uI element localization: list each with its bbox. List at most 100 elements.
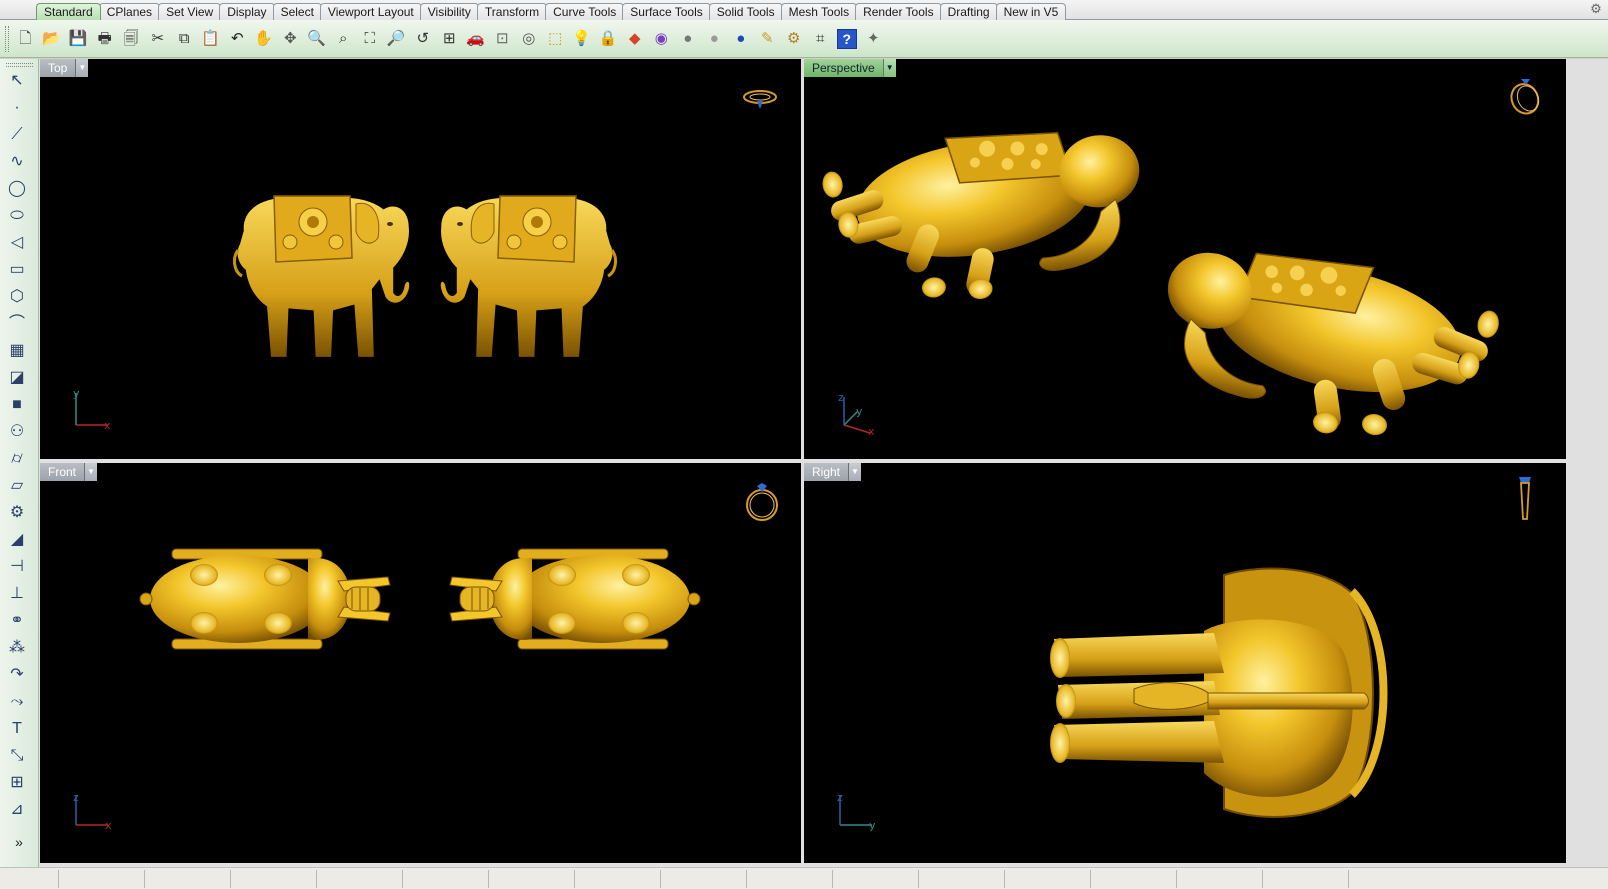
render-sphere-button[interactable]: ●: [728, 25, 755, 53]
text-button[interactable]: T: [5, 717, 29, 741]
rendered-sphere-button[interactable]: ●: [701, 25, 728, 53]
dimension-button[interactable]: ◢: [5, 528, 29, 552]
new-file-button[interactable]: 🗋: [12, 25, 39, 53]
zoom-selected-button[interactable]: 🔎: [383, 25, 410, 53]
options-gear-button[interactable]: ⚙: [781, 25, 808, 53]
lights-bulb-button[interactable]: 💡: [569, 25, 596, 53]
tab-solid-tools[interactable]: Solid Tools: [708, 3, 783, 20]
polygon-button[interactable]: ⬡: [5, 285, 29, 309]
extrude-surface-button[interactable]: ◪: [5, 366, 29, 390]
viewport-title-front[interactable]: Front ▼: [40, 463, 98, 481]
viewport-front[interactable]: x z Front ▼: [40, 463, 801, 863]
select-objects-button[interactable]: ⬚: [542, 25, 569, 53]
tab-cplanes[interactable]: CPlanes: [98, 3, 161, 20]
tab-mesh-tools[interactable]: Mesh Tools: [780, 3, 858, 20]
properties-button[interactable]: ✎: [754, 25, 781, 53]
cylinder-button[interactable]: ⌭: [5, 447, 29, 471]
array-button[interactable]: ⁂: [5, 636, 29, 660]
curve-fillet-button[interactable]: ⌒: [5, 312, 29, 336]
lock-button[interactable]: 🔒: [595, 25, 622, 53]
split-button[interactable]: ⊥: [5, 582, 29, 606]
polygon-arc-button[interactable]: ◁: [5, 231, 29, 255]
tab-render-tools[interactable]: Render Tools: [855, 3, 942, 20]
viewport-perspective[interactable]: z y x Perspective ▼: [804, 59, 1566, 459]
pan-hand-button[interactable]: ✋: [251, 25, 278, 53]
open-folder-button[interactable]: 📂: [39, 25, 66, 53]
ellipse-button[interactable]: ⬭: [5, 204, 29, 228]
boolean-spheres-button[interactable]: ⚇: [5, 420, 29, 444]
viewport-menu-arrow-icon[interactable]: ▼: [849, 463, 862, 481]
cut-button[interactable]: ✂: [145, 25, 172, 53]
undo-view-change-button[interactable]: ↺: [410, 25, 437, 53]
point-button[interactable]: ·: [5, 96, 29, 120]
color-wheel-button[interactable]: ◉: [648, 25, 675, 53]
zoom-window-button[interactable]: ⌕: [330, 25, 357, 53]
tab-drafting[interactable]: Drafting: [939, 3, 998, 20]
layer-button[interactable]: ◆: [622, 25, 649, 53]
boolean-union-button[interactable]: ⚭: [5, 609, 29, 633]
viewport-menu-arrow-icon[interactable]: ▼: [76, 59, 89, 77]
curve-button[interactable]: ∿: [5, 150, 29, 174]
viewport-right[interactable]: y z Right ▼: [804, 463, 1566, 863]
named-cplanes-button[interactable]: ⊡: [489, 25, 516, 53]
viewport-title-perspective[interactable]: Perspective ▼: [804, 59, 896, 77]
tab-surface-tools[interactable]: Surface Tools: [622, 3, 711, 20]
circle-button[interactable]: ◯: [5, 177, 29, 201]
viewport-title-right[interactable]: Right ▼: [804, 463, 862, 481]
blend-curve-button[interactable]: ⤳: [5, 690, 29, 714]
color-wheel-icon: ◉: [654, 30, 668, 47]
analyze-button[interactable]: ⊿: [5, 798, 29, 822]
select-arrow-icon: ↖: [10, 72, 24, 89]
rectangle-button[interactable]: ▭: [5, 258, 29, 282]
lock-icon: 🔒: [598, 30, 618, 47]
surface-points-button[interactable]: ▦: [5, 339, 29, 363]
four-viewports-button[interactable]: ⊞: [436, 25, 463, 53]
tab-viewport-layout[interactable]: Viewport Layout: [319, 3, 422, 20]
print-button[interactable]: 🖶: [92, 25, 119, 53]
scale-button[interactable]: ⤡: [5, 744, 29, 768]
polyline-button[interactable]: ⟋: [5, 123, 29, 147]
osnap-button[interactable]: ◎: [516, 25, 543, 53]
shaded-sphere-button[interactable]: ●: [675, 25, 702, 53]
tab-select[interactable]: Select: [272, 3, 322, 20]
viewport-label[interactable]: Top: [40, 59, 77, 77]
tab-set-view[interactable]: Set View: [158, 3, 222, 20]
group-button[interactable]: ⊞: [5, 771, 29, 795]
viewport-top[interactable]: x y Top ▼: [40, 59, 801, 459]
render-settings-gear-button[interactable]: ⚙: [5, 501, 29, 525]
snap-grid-button[interactable]: ⌗: [807, 25, 834, 53]
tab-display[interactable]: Display: [219, 3, 275, 20]
save-button[interactable]: 💾: [65, 25, 92, 53]
named-views-car-button[interactable]: 🚗: [463, 25, 490, 53]
box-solid-button[interactable]: ■: [5, 393, 29, 417]
paste-button[interactable]: 📋: [198, 25, 225, 53]
tab-curve-tools[interactable]: Curve Tools: [545, 3, 625, 20]
page-layout-button[interactable]: 🗐: [118, 25, 145, 53]
rotate-view-button[interactable]: ✥: [277, 25, 304, 53]
tab-visibility[interactable]: Visibility: [419, 3, 479, 20]
left-toolbar-more-button[interactable]: »: [10, 834, 28, 850]
viewport-label[interactable]: Perspective: [804, 59, 884, 77]
fillet-edge-button[interactable]: ↷: [5, 663, 29, 687]
undo-icon: ↶: [230, 30, 244, 47]
copy-button[interactable]: ⧉: [171, 25, 198, 53]
left-toolbar-grip[interactable]: [6, 63, 33, 67]
viewport-title-top[interactable]: Top ▼: [40, 59, 89, 77]
mesh-plane-button[interactable]: ▱: [5, 474, 29, 498]
zoom-button[interactable]: 🔍: [304, 25, 331, 53]
trim-button[interactable]: ⊣: [5, 555, 29, 579]
toolbar-grip[interactable]: [5, 26, 9, 52]
viewport-menu-arrow-icon[interactable]: ▼: [85, 463, 98, 481]
undo-button[interactable]: ↶: [224, 25, 251, 53]
select-arrow-button[interactable]: ↖: [5, 69, 29, 93]
viewport-label[interactable]: Front: [40, 463, 86, 481]
tab-options-gear-icon[interactable]: ⚙: [1589, 2, 1603, 16]
zoom-extents-button[interactable]: ⛶: [357, 25, 384, 53]
help-button[interactable]: ?: [834, 25, 861, 53]
tab-new-in-v5[interactable]: New in V5: [995, 3, 1067, 20]
viewport-label[interactable]: Right: [804, 463, 850, 481]
tab-standard[interactable]: Standard: [36, 3, 101, 20]
viewport-menu-arrow-icon[interactable]: ▼: [883, 59, 896, 77]
tab-transform[interactable]: Transform: [476, 3, 548, 20]
tip-button[interactable]: ✦: [860, 25, 887, 53]
